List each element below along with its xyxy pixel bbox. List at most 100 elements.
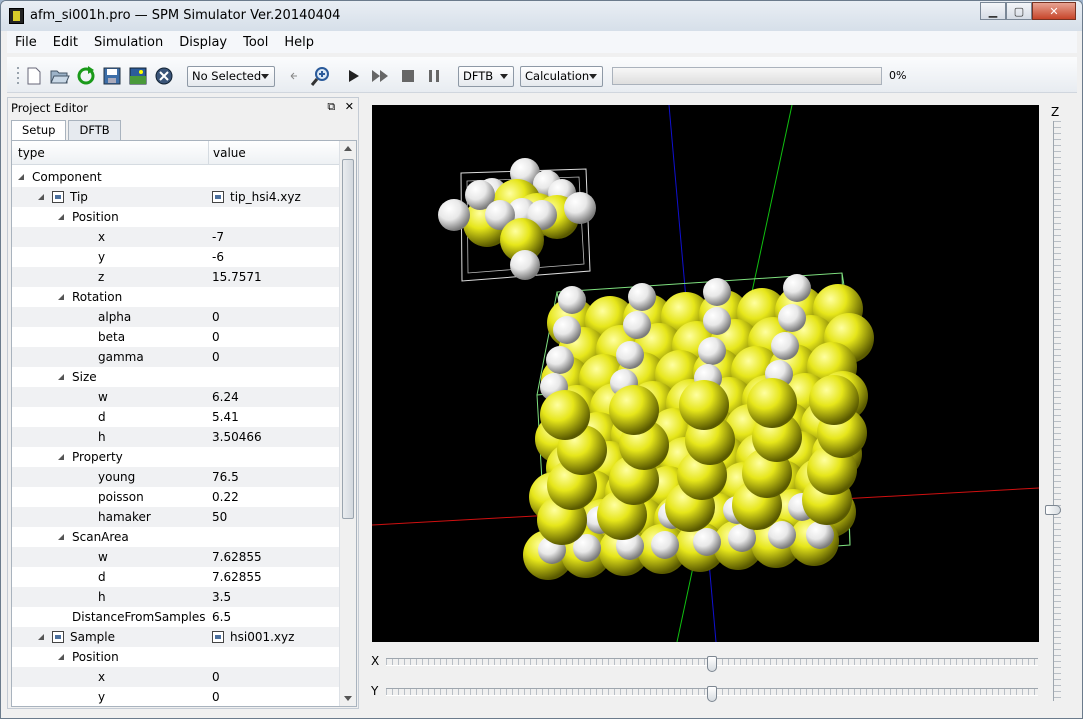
- row-label: w: [98, 550, 108, 564]
- fast-forward-icon[interactable]: [369, 65, 391, 87]
- minimize-button[interactable]: ▁: [980, 2, 1006, 20]
- row-value[interactable]: -7: [212, 227, 224, 247]
- tree-row[interactable]: gamma 0: [12, 347, 340, 367]
- tree-row[interactable]: y0: [12, 687, 340, 706]
- row-value[interactable]: hsi001.xyz: [212, 627, 294, 647]
- menu-edit[interactable]: Edit: [45, 35, 86, 50]
- row-value[interactable]: 0.22: [212, 487, 239, 507]
- maximize-button[interactable]: ▢: [1006, 2, 1032, 20]
- tree-row[interactable]: w 7.62855: [12, 547, 340, 567]
- row-value[interactable]: 7.62855: [212, 547, 262, 567]
- molecule-scene[interactable]: [372, 105, 1039, 642]
- tab-setup[interactable]: Setup: [11, 120, 67, 141]
- row-value[interactable]: 6.5: [212, 607, 231, 627]
- close-button[interactable]: ✕: [1032, 2, 1076, 20]
- z-slider-thumb[interactable]: [1045, 505, 1061, 515]
- silicon-atom: [540, 390, 590, 440]
- row-value[interactable]: 3.50466: [212, 427, 262, 447]
- expand-arrow-icon[interactable]: [58, 454, 64, 460]
- row-value[interactable]: 7.62855: [212, 567, 262, 587]
- play-icon[interactable]: [345, 65, 363, 87]
- row-value[interactable]: 76.5: [212, 467, 239, 487]
- tree-row[interactable]: Tip tip_hsi4.xyz: [12, 187, 340, 207]
- tree-row[interactable]: x -7: [12, 227, 340, 247]
- tree-row[interactable]: Sample hsi001.xyz: [12, 627, 340, 647]
- menu-display[interactable]: Display: [171, 35, 235, 50]
- tree-row[interactable]: w 6.24: [12, 387, 340, 407]
- cancel-icon[interactable]: [153, 65, 175, 87]
- scroll-down-icon[interactable]: [344, 696, 352, 702]
- tree-row[interactable]: h 3.5: [12, 587, 340, 607]
- property-tree[interactable]: type value Component Tip tip_hsi4.xyz Posit…: [11, 140, 357, 707]
- method-dropdown[interactable]: DFTB: [458, 66, 514, 87]
- row-value[interactable]: 0: [212, 347, 220, 367]
- mode-dropdown[interactable]: Calculation: [520, 66, 603, 87]
- tree-row[interactable]: Component: [12, 167, 340, 187]
- row-value[interactable]: 0: [212, 307, 220, 327]
- row-value[interactable]: 0: [212, 667, 220, 687]
- save-icon[interactable]: [101, 65, 123, 87]
- row-value[interactable]: 50: [212, 507, 227, 527]
- menu-tool[interactable]: Tool: [235, 35, 276, 50]
- tree-row[interactable]: DistanceFromSamples 6.5: [12, 607, 340, 627]
- tree-scrollbar[interactable]: [339, 141, 356, 706]
- tree-row[interactable]: x0: [12, 667, 340, 687]
- y-slider-thumb[interactable]: [707, 686, 717, 702]
- reload-icon[interactable]: [75, 65, 97, 87]
- z-slider-track[interactable]: [1053, 121, 1061, 701]
- float-panel-icon[interactable]: ⧉: [327, 100, 335, 113]
- tree-row[interactable]: y -6: [12, 247, 340, 267]
- tree-row[interactable]: beta 0: [12, 327, 340, 347]
- row-value[interactable]: 5.41: [212, 407, 239, 427]
- stop-icon[interactable]: [399, 65, 417, 87]
- tree-row[interactable]: Position: [12, 207, 340, 227]
- tree-row[interactable]: Position: [12, 647, 340, 667]
- tree-row[interactable]: Property: [12, 447, 340, 467]
- x-slider-thumb[interactable]: [707, 656, 717, 672]
- image-export-icon[interactable]: [127, 65, 149, 87]
- new-file-icon[interactable]: [23, 65, 45, 87]
- column-value[interactable]: value: [213, 146, 246, 160]
- tree-row[interactable]: d 7.62855: [12, 567, 340, 587]
- tree-row[interactable]: Size: [12, 367, 340, 387]
- row-value[interactable]: 3.5: [212, 587, 231, 607]
- expand-arrow-icon[interactable]: [58, 654, 64, 660]
- expand-arrow-icon[interactable]: [38, 194, 44, 200]
- expand-arrow-icon[interactable]: [58, 214, 64, 220]
- row-value[interactable]: 0: [212, 327, 220, 347]
- tree-row[interactable]: young 76.5: [12, 467, 340, 487]
- expand-arrow-icon[interactable]: [58, 374, 64, 380]
- row-value[interactable]: 15.7571: [212, 267, 262, 287]
- tree-row[interactable]: alpha 0: [12, 307, 340, 327]
- row-value[interactable]: -6: [212, 247, 224, 267]
- expand-arrow-icon[interactable]: [38, 634, 44, 640]
- row-value[interactable]: 6.24: [212, 387, 239, 407]
- selection-dropdown[interactable]: No Selected: [187, 66, 275, 87]
- tree-row[interactable]: h 3.50466: [12, 427, 340, 447]
- menu-file[interactable]: File: [7, 35, 45, 50]
- hydrogen-atom: [703, 278, 731, 306]
- pause-icon[interactable]: [425, 65, 443, 87]
- zoom-in-icon[interactable]: [309, 65, 333, 87]
- tab-dftb[interactable]: DFTB: [68, 120, 121, 140]
- 3d-viewport[interactable]: [372, 105, 1039, 642]
- undo-icon[interactable]: [287, 65, 301, 87]
- tree-row[interactable]: z 15.7571: [12, 267, 340, 287]
- row-value[interactable]: tip_hsi4.xyz: [212, 187, 301, 207]
- tree-row[interactable]: ScanArea: [12, 527, 340, 547]
- menu-simulation[interactable]: Simulation: [86, 35, 171, 50]
- row-value[interactable]: 0: [212, 687, 220, 706]
- scroll-thumb[interactable]: [342, 159, 354, 519]
- expand-arrow-icon[interactable]: [58, 534, 64, 540]
- open-folder-icon[interactable]: [49, 65, 71, 87]
- tree-row[interactable]: Rotation: [12, 287, 340, 307]
- menu-help[interactable]: Help: [276, 35, 322, 50]
- tree-row[interactable]: d 5.41: [12, 407, 340, 427]
- tree-row[interactable]: poisson 0.22: [12, 487, 340, 507]
- expand-arrow-icon[interactable]: [58, 294, 64, 300]
- close-panel-icon[interactable]: ✕: [345, 100, 354, 113]
- scroll-up-icon[interactable]: [344, 145, 352, 151]
- tree-row[interactable]: hamaker 50: [12, 507, 340, 527]
- expand-arrow-icon[interactable]: [18, 174, 24, 180]
- column-type[interactable]: type: [18, 146, 45, 160]
